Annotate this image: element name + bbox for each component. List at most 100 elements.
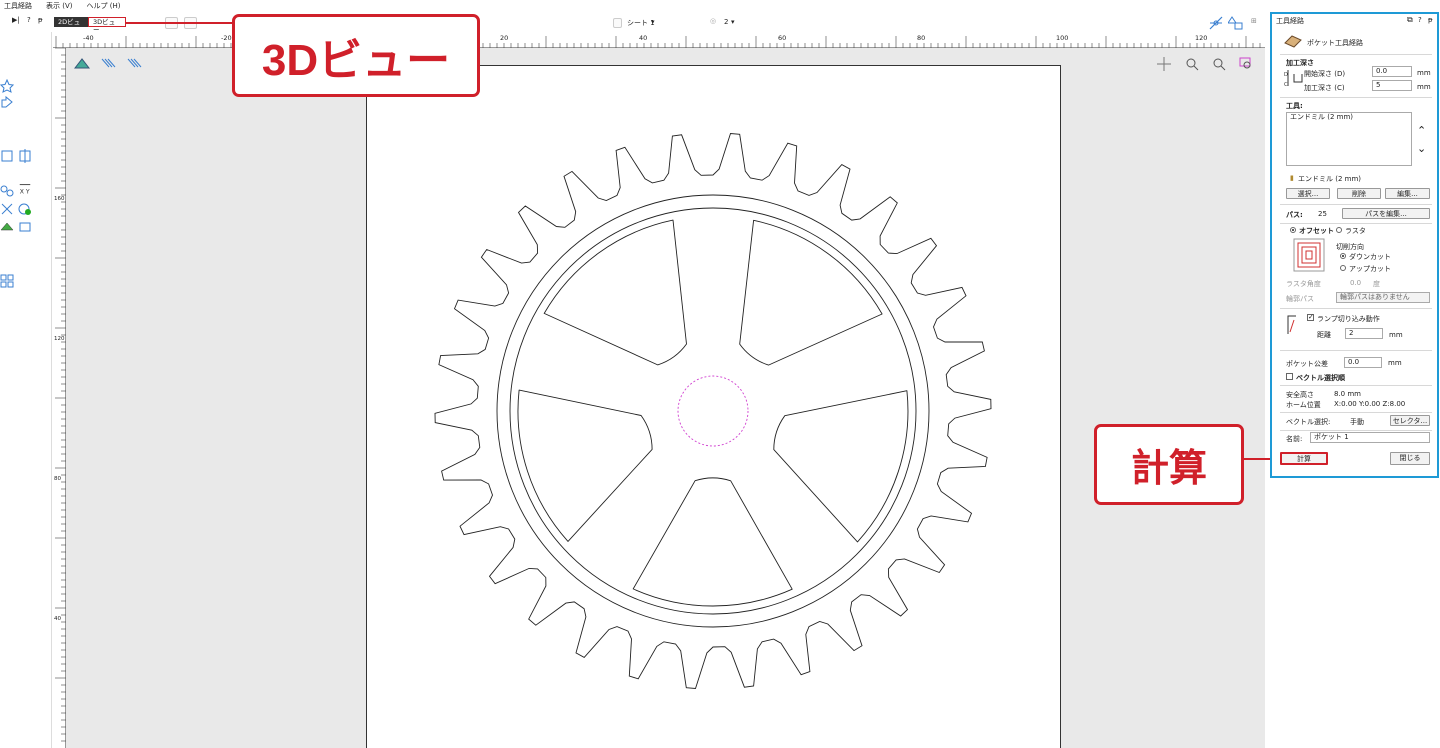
ruler-label: 80 bbox=[54, 476, 61, 482]
ruler-label: 80 bbox=[917, 34, 926, 42]
vector-order-label: ベクトル選択順 bbox=[1296, 374, 1345, 382]
pocket-toolpath-icon bbox=[1284, 35, 1302, 48]
move-down-icon[interactable]: ⌄ bbox=[1417, 142, 1426, 155]
select-tool-button[interactable]: 選択... bbox=[1286, 188, 1330, 199]
raster-radio[interactable] bbox=[1336, 227, 1342, 233]
panel-help-icon[interactable]: ? bbox=[1418, 16, 1422, 24]
toolpath-preview-icon[interactable] bbox=[74, 56, 90, 70]
arrow-shape-icon[interactable] bbox=[0, 95, 14, 109]
validate-icon[interactable] bbox=[18, 202, 32, 216]
layer-selector[interactable]: 2 bbox=[724, 18, 728, 26]
grid-icon[interactable]: ⊞ bbox=[1251, 17, 1257, 25]
shapes-icon[interactable] bbox=[1228, 15, 1244, 31]
sheet-icon[interactable] bbox=[613, 18, 622, 28]
offset-label: オフセット bbox=[1299, 227, 1334, 235]
offset-radio[interactable] bbox=[1290, 227, 1296, 233]
start-depth-input[interactable]: 0.0 bbox=[1372, 66, 1412, 77]
zoom-selection-icon[interactable] bbox=[1238, 56, 1254, 72]
ruler-label: -20 bbox=[221, 34, 232, 42]
profile-pass-select[interactable]: 輪郭パスはありません bbox=[1336, 292, 1430, 303]
toolpath-name-input[interactable]: ポケット 1 bbox=[1310, 432, 1430, 443]
ruler-label: 160 bbox=[54, 196, 65, 202]
distance-input[interactable]: 2 bbox=[1345, 328, 1383, 339]
pan-icon[interactable] bbox=[1156, 56, 1172, 72]
down-cut-radio[interactable] bbox=[1340, 253, 1346, 259]
design-canvas[interactable] bbox=[66, 48, 1265, 748]
move-up-icon[interactable]: ⌃ bbox=[1417, 124, 1426, 137]
sheet-dropdown-icon[interactable]: ▾ bbox=[651, 18, 655, 26]
transform-icon[interactable] bbox=[0, 149, 14, 163]
cut-depth-input[interactable]: 5 bbox=[1372, 80, 1412, 91]
tool-list[interactable]: エンドミル (2 mm) bbox=[1286, 112, 1412, 166]
pin-icon[interactable]: ᵽ bbox=[38, 16, 43, 24]
tab-3d-view[interactable]: 3Dビュー bbox=[88, 17, 126, 34]
cut-depth-label: 加工深さ (C) bbox=[1304, 84, 1345, 92]
image-icon[interactable] bbox=[18, 220, 32, 234]
vector-select-mode: 手動 bbox=[1350, 418, 1364, 426]
vector-select-label: ベクトル選択: bbox=[1286, 418, 1331, 426]
menu-view[interactable]: 表示 (V) bbox=[46, 1, 72, 11]
unit-label: mm bbox=[1417, 69, 1431, 77]
star-icon[interactable] bbox=[0, 79, 14, 93]
ramp-diagram-icon bbox=[1287, 315, 1296, 334]
zoom-fit-icon[interactable] bbox=[1211, 56, 1227, 72]
snap-icon[interactable] bbox=[1208, 15, 1224, 31]
node-edit-icon[interactable] bbox=[0, 184, 14, 198]
menu-toolpath[interactable]: 工具経路 bbox=[4, 1, 32, 11]
safe-height-value: 8.0 mm bbox=[1334, 390, 1361, 398]
distance-label: 距離 bbox=[1317, 331, 1331, 339]
zoom-in-icon[interactable] bbox=[1184, 56, 1200, 72]
svg-text:C: C bbox=[1284, 82, 1288, 88]
hatch-alt-icon[interactable] bbox=[126, 56, 142, 70]
offset-pattern-icon bbox=[1293, 238, 1325, 272]
name-label: 名前: bbox=[1286, 435, 1303, 443]
ruler-label: 40 bbox=[639, 34, 648, 42]
edit-pass-button[interactable]: パスを編集... bbox=[1342, 208, 1430, 219]
close-button[interactable]: 閉じる bbox=[1390, 452, 1430, 465]
menu-help[interactable]: ヘルプ (H) bbox=[86, 1, 120, 11]
raster-angle-value[interactable]: 0.0 bbox=[1350, 279, 1361, 287]
scissors-icon[interactable] bbox=[0, 202, 14, 216]
align-icon[interactable] bbox=[18, 149, 32, 163]
toolpath-panel: 工具経路 ⧉ ? ᵽ ポケット工具経路 加工深さ DC 開始深さ (D) 0.0… bbox=[1270, 12, 1440, 748]
pocket-allowance-input[interactable]: 0.0 bbox=[1344, 357, 1382, 368]
tab-2d-view[interactable]: 2Dビュー bbox=[54, 17, 88, 36]
layer-dropdown-icon[interactable]: ▾ bbox=[731, 18, 735, 26]
svg-text:D: D bbox=[1284, 72, 1288, 78]
layer-icon[interactable]: ◎ bbox=[710, 17, 716, 25]
panel-toggle-icon[interactable]: ▶| bbox=[12, 16, 20, 24]
up-cut-radio[interactable] bbox=[1340, 265, 1346, 271]
ruler-label: 120 bbox=[1195, 34, 1208, 42]
selector-button[interactable]: セレクタ... bbox=[1390, 415, 1430, 426]
panel-pin-icon[interactable]: ᵽ bbox=[1428, 16, 1433, 24]
panel-header: 工具経路 bbox=[1276, 17, 1304, 25]
panel-dock-icon[interactable]: ⧉ bbox=[1407, 15, 1413, 25]
ramp-checkbox[interactable]: ✓ bbox=[1307, 314, 1314, 321]
ruler-label: 20 bbox=[500, 34, 509, 42]
unit-label: mm bbox=[1388, 359, 1402, 367]
unit-label: mm bbox=[1389, 331, 1403, 339]
pass-label: パス: bbox=[1286, 211, 1303, 219]
left-toolbar: X Y bbox=[0, 32, 52, 748]
hatch-icon[interactable] bbox=[100, 56, 116, 70]
v-ruler-ticks bbox=[55, 48, 66, 742]
depth-section-label: 加工深さ bbox=[1286, 59, 1314, 67]
cut-direction-label: 切削方向 bbox=[1336, 243, 1364, 251]
material-sheet[interactable] bbox=[366, 65, 1061, 748]
ramp-label: ランプ切り込み動作 bbox=[1317, 315, 1380, 323]
endmill-icon: ▮ bbox=[1290, 174, 1294, 182]
ruler-label: -40 bbox=[83, 34, 94, 42]
vector-order-checkbox[interactable] bbox=[1286, 373, 1293, 380]
measure-xy-icon[interactable]: X Y bbox=[18, 182, 32, 196]
layout-grid-icon[interactable] bbox=[0, 274, 14, 288]
ruler-label: 100 bbox=[1056, 34, 1069, 42]
tool-list-item[interactable]: エンドミル (2 mm) bbox=[1290, 113, 1353, 121]
vertical-ruler: 160 120 80 40 bbox=[53, 48, 66, 748]
help-icon[interactable]: ? bbox=[27, 16, 31, 24]
model-icon[interactable] bbox=[0, 220, 14, 234]
callout-3d-view: 3Dビュー bbox=[232, 14, 480, 97]
delete-tool-button[interactable]: 削除 bbox=[1337, 188, 1381, 199]
calculate-button[interactable]: 計算 bbox=[1280, 452, 1328, 465]
home-position-value: X:0.00 Y:0.00 Z:8.00 bbox=[1334, 400, 1406, 408]
edit-tool-button[interactable]: 編集... bbox=[1385, 188, 1430, 199]
